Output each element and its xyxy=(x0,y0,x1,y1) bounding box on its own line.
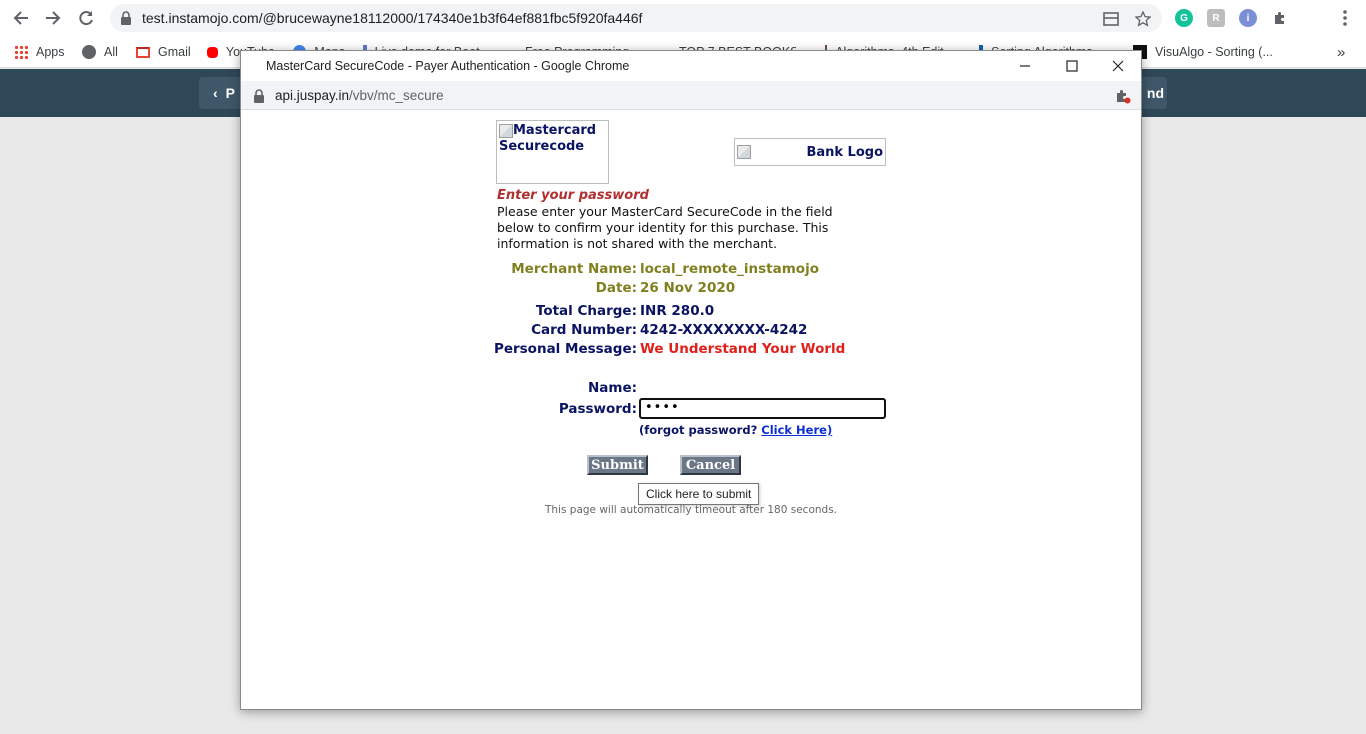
popup-url-path: /vbv/mc_secure xyxy=(349,88,444,103)
forgot-password-text: (forgot password? Click Here) xyxy=(639,423,832,437)
apps-grid-icon xyxy=(14,45,28,59)
timeout-notice: This page will automatically timeout aft… xyxy=(544,504,838,516)
address-bar[interactable]: test.instamojo.com/@brucewayne18112000/1… xyxy=(110,4,1162,32)
extension-icon[interactable]: i xyxy=(1239,9,1257,27)
bookmark-visualgo[interactable]: VisuAlgo - Sorting (... xyxy=(1133,42,1273,62)
blocked-extension-icon[interactable] xyxy=(1115,88,1131,104)
page-heading: Enter your password xyxy=(497,188,649,203)
kebab-menu-icon[interactable] xyxy=(1336,9,1354,27)
extension-icon[interactable]: R xyxy=(1207,9,1225,27)
popup-title-bar: MasterCard SecureCode - Payer Authentica… xyxy=(241,51,1141,81)
password-field[interactable]: •••• xyxy=(639,398,886,419)
card-number-label: Card Number: xyxy=(531,322,637,338)
merchant-name-label: Merchant Name: xyxy=(511,261,637,277)
forgot-password-prefix: (forgot password? xyxy=(639,423,758,437)
bookmark-label: VisuAlgo - Sorting (... xyxy=(1155,45,1273,59)
bookmark-apps[interactable]: Apps xyxy=(14,42,65,62)
minimize-icon xyxy=(1020,65,1030,67)
chevron-left-icon: ‹ xyxy=(213,85,218,101)
maximize-icon xyxy=(1066,60,1078,72)
popup-url-domain: api.juspay.in xyxy=(275,88,350,103)
lock-icon xyxy=(121,11,131,25)
extensions-puzzle-icon[interactable] xyxy=(1271,9,1289,27)
total-charge-value: INR 280.0 xyxy=(640,303,715,319)
url-text: test.instamojo.com/@brucewayne18112000/1… xyxy=(142,10,643,26)
grammarly-icon[interactable]: G xyxy=(1175,9,1193,27)
back-arrow-icon xyxy=(13,11,28,25)
reload-button[interactable] xyxy=(74,6,98,30)
close-button[interactable] xyxy=(1106,56,1130,76)
submit-tooltip: Click here to submit xyxy=(638,483,760,505)
lock-icon xyxy=(254,89,264,103)
securecode-form-page: Mastercard Securecode Bank Logo Enter yo… xyxy=(241,110,1141,709)
bookmark-label: All xyxy=(104,45,118,59)
mastercard-securecode-logo: Mastercard Securecode xyxy=(496,120,609,184)
cancel-button[interactable]: Cancel xyxy=(680,455,741,475)
youtube-icon xyxy=(207,46,218,58)
bookmark-gmail[interactable]: Gmail xyxy=(136,42,191,62)
popup-window-title: MasterCard SecureCode - Payer Authentica… xyxy=(266,59,630,73)
back-nav-label: P xyxy=(225,85,236,101)
password-label: Password: xyxy=(558,401,637,417)
back-button[interactable] xyxy=(9,6,33,30)
forgot-password-link[interactable]: Click Here) xyxy=(761,423,832,437)
broken-image-icon xyxy=(737,145,751,159)
broken-image-icon xyxy=(499,123,513,138)
date-label: Date: xyxy=(595,280,637,296)
personal-message-label: Personal Message: xyxy=(493,341,637,357)
card-number-value: 4242-XXXXXXXX-4242 xyxy=(640,322,808,338)
popup-url-text: api.juspay.in/vbv/mc_secure xyxy=(275,88,444,103)
name-label: Name: xyxy=(587,380,637,396)
merchant-name-value: local_remote_instamojo xyxy=(640,261,819,277)
bookmark-all[interactable]: All xyxy=(82,42,118,62)
bank-logo-alt: Bank Logo xyxy=(806,144,883,160)
browser-toolbar: test.instamojo.com/@brucewayne18112000/1… xyxy=(0,0,1366,36)
minimize-button[interactable] xyxy=(1013,56,1037,76)
bookmark-star-icon[interactable] xyxy=(1134,10,1152,28)
mastercard-logo-alt: Mastercard Securecode xyxy=(499,123,597,154)
globe-icon xyxy=(82,45,96,59)
forward-button[interactable] xyxy=(41,6,65,30)
total-charge-label: Total Charge: xyxy=(535,303,637,319)
maximize-button[interactable] xyxy=(1060,56,1084,76)
date-value: 26 Nov 2020 xyxy=(640,280,736,296)
personal-message-value: We Understand Your World xyxy=(640,341,846,357)
payer-auth-popup-window: MasterCard SecureCode - Payer Authentica… xyxy=(240,50,1142,710)
page-action-label: nd xyxy=(1146,85,1164,101)
gmail-icon xyxy=(136,46,150,58)
reload-icon xyxy=(79,11,93,26)
bookmark-label: Apps xyxy=(36,45,65,59)
close-icon xyxy=(1112,60,1124,72)
bookmark-label: Gmail xyxy=(158,45,191,59)
forward-arrow-icon xyxy=(46,11,61,25)
submit-button[interactable]: Submit xyxy=(587,455,648,475)
reader-mode-icon[interactable] xyxy=(1102,10,1120,28)
instructions-text: Please enter your MasterCard SecureCode … xyxy=(497,204,833,251)
more-bookmarks-chevron-icon[interactable]: » xyxy=(1337,42,1345,62)
bank-logo: Bank Logo xyxy=(734,138,886,166)
popup-address-bar[interactable]: api.juspay.in/vbv/mc_secure xyxy=(241,81,1141,110)
